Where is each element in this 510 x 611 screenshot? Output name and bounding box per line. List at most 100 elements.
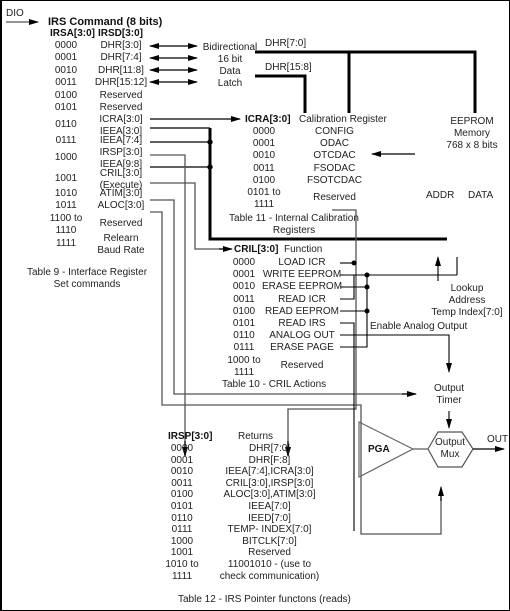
row-address: 1111 xyxy=(46,238,86,250)
pga-label: PGA xyxy=(368,444,390,455)
value-text: Reserved xyxy=(313,192,356,203)
row-value: FSOTCDAC xyxy=(287,175,382,187)
address-value: 0110 xyxy=(55,119,77,131)
row-address: 0001 xyxy=(46,52,86,64)
address-value: 0001 xyxy=(232,269,256,281)
value-text: IEED[7:0] xyxy=(248,512,291,524)
row-address: 0111 xyxy=(162,524,202,536)
table-11-caption: Table 11 - Internal Calibration Register… xyxy=(224,213,364,237)
irsa-header: IRSA[3:0] xyxy=(50,28,96,39)
address-value: 1010 xyxy=(54,188,78,199)
value-text: Relearn xyxy=(103,233,139,245)
value-text: OTCDAC xyxy=(313,150,356,162)
caption-line: Registers xyxy=(272,225,316,236)
address-value: 0101 xyxy=(170,501,194,512)
table-9-caption: Table 9 - Interface Register Set command… xyxy=(12,267,162,291)
row-address: 0111 xyxy=(46,135,86,147)
row-value: DHR[7:0] xyxy=(212,443,327,455)
table-10-caption: Table 10 - CRIL Actions xyxy=(222,379,327,390)
row-value: ALOC[3:0],ATIM[3:0] xyxy=(212,489,327,501)
value-text: ERASE EEPROM xyxy=(262,281,343,293)
caption-line: Set commands xyxy=(53,279,121,290)
row-address: 0000 xyxy=(224,257,264,269)
address-value: 0000 xyxy=(54,40,78,51)
row-address: 1100 to 1110 xyxy=(46,213,86,237)
value-text: Reserved xyxy=(99,89,143,101)
value-text: DHR[3:0] xyxy=(100,40,142,51)
row-value: ERASE EEPROM xyxy=(262,281,342,293)
value-text: CRIL[3:0],IRSP[3:0] xyxy=(225,477,314,489)
row-value: Reserved xyxy=(262,360,342,372)
row-value: Reserved xyxy=(212,547,327,559)
address-value: 1100 to xyxy=(49,212,83,224)
output-mux: Output Mux xyxy=(432,437,468,461)
value-text: CONFIG xyxy=(315,126,354,137)
dhr-low-label: DHR[7:0] xyxy=(265,38,307,49)
row-address: 1010 xyxy=(46,188,86,200)
address-value: 1000 to xyxy=(227,354,261,366)
address-value: 1011 xyxy=(55,200,77,212)
row-value: WRITE EEPROM xyxy=(262,269,342,281)
value-text: ERASE PAGE xyxy=(270,342,334,354)
address-value: 1111 xyxy=(55,238,77,250)
row-address: 0101 xyxy=(224,318,264,330)
value-text: ODAC xyxy=(320,138,349,150)
cril-header: CRIL[3:0] xyxy=(234,244,279,255)
address-value: 0011 xyxy=(171,477,193,489)
row-value: IEEA[7:4] xyxy=(90,135,152,147)
row-value: Reserved xyxy=(90,90,152,102)
row-value: Relearn Baud Rate xyxy=(90,233,152,257)
lookup-line: Address xyxy=(448,295,486,306)
row-address: 1000 xyxy=(162,536,202,548)
address-value: 0010 xyxy=(170,466,194,478)
value-text: FSODAC xyxy=(313,162,356,174)
row-value: IEEA[7:4],ICRA[3:0] xyxy=(212,466,327,478)
irs-command-title: IRS Command (8 bits) xyxy=(48,16,163,28)
row-address: 1010 to 1111 xyxy=(162,559,202,583)
address-value: 0101 xyxy=(54,102,78,113)
address-value: 1001 xyxy=(170,547,194,559)
address-value: 0011 xyxy=(233,293,255,305)
latch-line: Latch xyxy=(217,78,243,89)
row-value: ODAC xyxy=(287,138,382,150)
value-text: LOAD ICR xyxy=(278,257,326,268)
value-text: READ IRS xyxy=(278,318,326,329)
table-12-caption: Table 12 - IRS Pointer functons (reads) xyxy=(178,594,351,605)
row-value: READ ICR xyxy=(262,294,342,306)
row-address: 0001 xyxy=(224,269,264,281)
irsp-header: IRSP[3:0] xyxy=(168,431,213,442)
value-text: CRIL[3:0] xyxy=(99,167,143,179)
latch-line: 16 bit xyxy=(217,54,243,65)
value-text: Reserved xyxy=(99,217,143,229)
value-text: IEEA[7:4],ICRA[3:0] xyxy=(225,466,314,478)
row-address: 0100 xyxy=(224,306,264,318)
row-value: Reserved xyxy=(287,192,382,204)
out-label: OUT xyxy=(487,434,509,445)
address-value: 0100 xyxy=(232,305,256,317)
row-address: 0000 xyxy=(46,40,86,52)
row-value: READ IRS xyxy=(262,318,342,330)
row-address: 0101 to 1111 xyxy=(239,187,289,211)
address-value: 0100 xyxy=(252,174,276,186)
row-value: CRIL[3:0],IRSP[3:0] xyxy=(212,478,327,490)
value-text: check communication) xyxy=(219,571,320,582)
row-value: DHR[3:0] xyxy=(90,40,152,52)
row-value: DHR[15:12] xyxy=(90,77,152,89)
returns-header: Returns xyxy=(238,431,274,442)
row-value: OTCDAC xyxy=(287,150,382,162)
value-text: ICRA[3:0] xyxy=(99,114,143,126)
row-value: READ EEPROM xyxy=(262,306,342,318)
address-value: 0101 to xyxy=(247,187,281,198)
address-value: 0111 xyxy=(233,342,255,354)
eeprom-line: EEPROM xyxy=(450,116,494,127)
row-address: 0010 xyxy=(239,150,289,162)
address-value: 0000 xyxy=(252,126,276,137)
address-value: 0010 xyxy=(232,281,256,293)
address-value: 0101 xyxy=(232,318,256,329)
row-value: DHR[7:4] xyxy=(90,52,152,64)
row-address: 0011 xyxy=(224,294,264,306)
row-address: 0011 xyxy=(46,77,86,89)
row-address: 0110 xyxy=(162,513,202,525)
dio-label: DIO xyxy=(6,8,24,19)
row-address: 0101 xyxy=(162,501,202,513)
